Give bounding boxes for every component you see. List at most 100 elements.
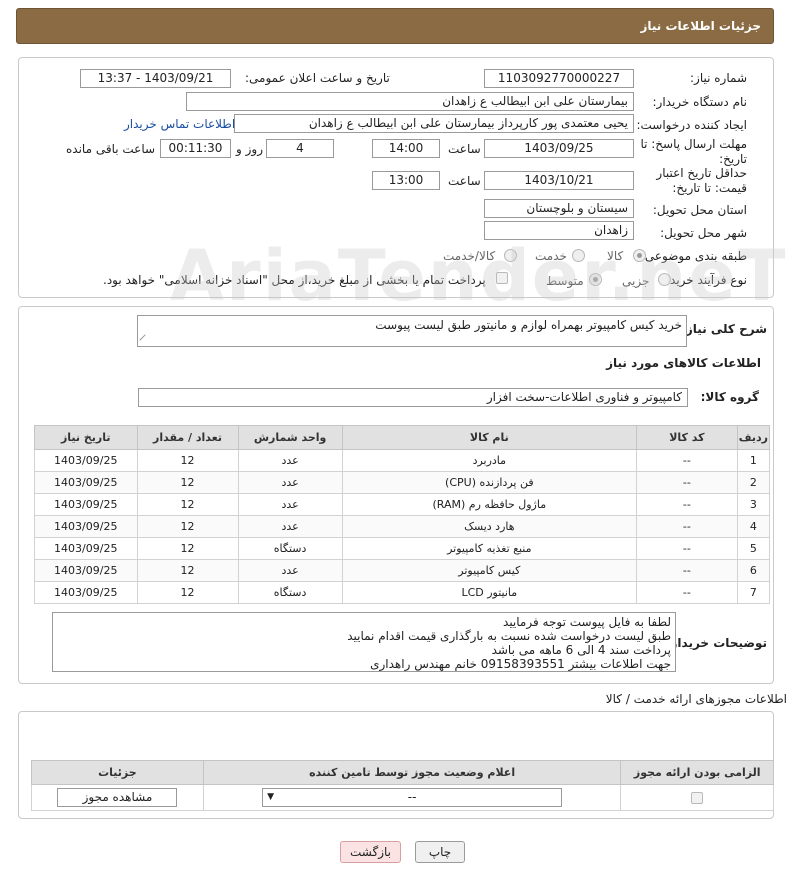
category-radio-goods[interactable] — [633, 249, 646, 262]
table-cell: 1403/09/25 — [34, 515, 138, 538]
category-radio-service[interactable] — [572, 249, 585, 262]
permit-status-value: -- — [407, 790, 417, 804]
table-cell: مادربرد — [341, 449, 637, 472]
table-cell: 3 — [736, 493, 771, 516]
table-cell: 12 — [136, 515, 239, 538]
buyer-note-line: لطفا به فایل پیوست توجه فرمایید — [503, 615, 671, 629]
validity-time-field[interactable]: 13:00 — [372, 171, 440, 190]
col-permit-details: جزئیات — [31, 760, 204, 785]
table-cell: ماژول حافظه رم (RAM) — [341, 493, 637, 516]
table-cell: منبع تغذیه کامپیوتر — [341, 537, 637, 560]
buyer-notes-field[interactable]: لطفا به فایل پیوست توجه فرمایید طبق لیست… — [52, 612, 676, 672]
goods-section-title: اطلاعات کالاهای مورد نیاز — [606, 356, 761, 370]
table-cell: کیس کامپیوتر — [341, 559, 637, 582]
days-field[interactable]: 4 — [266, 139, 334, 158]
table-cell: 6 — [736, 559, 771, 582]
table-row: 4 -- هارد دیسک عدد 12 1403/09/25 — [34, 515, 771, 538]
permit-row: -- ▼ مشاهده مجوز — [31, 784, 774, 811]
table-cell: 12 — [136, 493, 239, 516]
col-item-code: کد کالا — [635, 425, 738, 450]
deadline-time-field[interactable]: 14:00 — [372, 139, 440, 158]
table-cell: 1403/09/25 — [34, 559, 138, 582]
table-cell: 5 — [736, 537, 771, 560]
resize-handle-icon[interactable] — [139, 334, 151, 346]
permit-status-select[interactable]: -- ▼ — [262, 788, 563, 807]
table-cell: 1403/09/25 — [34, 537, 138, 560]
table-cell: 12 — [136, 559, 239, 582]
announce-field[interactable]: 1403/09/21 - 13:37 — [80, 69, 231, 88]
buyer-org-label: نام دستگاه خریدار: — [652, 95, 748, 109]
validity-hour-label: ساعت — [448, 174, 481, 188]
province-label: استان محل تحویل: — [652, 203, 747, 217]
need-number-field[interactable]: 1103092770000227 — [484, 69, 634, 88]
remaining-time-field[interactable]: 00:11:30 — [160, 139, 231, 158]
deadline-label: مهلت ارسال پاسخ: تا تاریخ: — [640, 137, 747, 166]
buyer-note-line: طبق لیست درخواست شده نسبت به بارگذاری قی… — [347, 629, 671, 643]
buyer-org-field[interactable]: بیمارستان علی ابن ابیطالب ع زاهدان — [186, 92, 634, 111]
table-cell: عدد — [237, 471, 343, 494]
table-cell: 12 — [136, 471, 239, 494]
permits-table-header: الزامی بودن ارائه مجوز اعلام وضعیت مجوز … — [31, 760, 774, 785]
goods-table: ردیف کد کالا نام کالا واحد شمارش تعداد /… — [34, 425, 771, 604]
goods-group-label: گروه کالا: — [700, 390, 759, 404]
goods-group-field[interactable]: کامپیوتر و فناوری اطلاعات-سخت افزار — [138, 388, 688, 407]
announce-label: تاریخ و ساعت اعلان عمومی: — [245, 71, 390, 85]
table-cell: -- — [635, 537, 738, 560]
permits-table: الزامی بودن ارائه مجوز اعلام وضعیت مجوز … — [31, 760, 774, 811]
province-field[interactable]: سیستان و بلوچستان — [484, 199, 634, 218]
need-number-label: شماره نیاز: — [690, 71, 747, 85]
process-radio-minor[interactable] — [658, 273, 671, 286]
permits-section-title: اطلاعات مجوزهای ارائه خدمت / کالا — [605, 692, 787, 706]
table-row: 5 -- منبع تغذیه کامپیوتر دستگاه 12 1403/09/25 — [34, 537, 771, 560]
category-option-goods-service: کالا/خدمت — [443, 249, 496, 263]
process-label: نوع فرآیند خرید : — [662, 273, 747, 287]
validity-date-field[interactable]: 1403/10/21 — [484, 171, 634, 190]
process-radio-medium[interactable] — [589, 273, 602, 286]
process-option-minor: جزیی — [622, 274, 650, 288]
col-quantity: تعداد / مقدار — [136, 425, 239, 450]
table-cell: 12 — [136, 581, 239, 604]
table-cell: 12 — [136, 449, 239, 472]
city-label: شهر محل تحویل: — [660, 226, 747, 240]
table-row: 6 -- کیس کامپیوتر عدد 12 1403/09/25 — [34, 559, 771, 582]
table-cell: عدد — [237, 449, 343, 472]
need-description-field[interactable]: خرید کیس کامپیوتر بهمراه لوازم و مانیتور… — [137, 315, 687, 347]
table-cell: 1403/09/25 — [34, 471, 138, 494]
remaining-label: ساعت باقی مانده — [66, 142, 156, 156]
view-permit-button[interactable]: مشاهده مجوز — [57, 788, 178, 807]
table-cell: 2 — [736, 471, 771, 494]
table-cell: -- — [635, 449, 738, 472]
col-unit: واحد شمارش — [237, 425, 343, 450]
buyer-note-line: پرداخت سند 4 الی 6 ماهه می باشد — [491, 643, 671, 657]
category-radio-goods-service[interactable] — [504, 249, 517, 262]
table-cell: هارد دیسک — [341, 515, 637, 538]
table-cell: مانیتور LCD — [341, 581, 637, 604]
days-label: روز و — [236, 142, 263, 156]
table-cell: -- — [635, 581, 738, 604]
chevron-down-icon: ▼ — [267, 792, 275, 802]
table-cell: -- — [635, 515, 738, 538]
col-row-number: ردیف — [736, 425, 771, 450]
table-cell: 1403/09/25 — [34, 493, 138, 516]
page-title: جزئیات اطلاعات نیاز — [640, 19, 761, 33]
table-cell: عدد — [237, 515, 343, 538]
city-field[interactable]: زاهدان — [484, 221, 634, 240]
table-cell: 1403/09/25 — [34, 581, 138, 604]
table-cell: دستگاه — [237, 581, 343, 604]
treasury-note: پرداخت تمام یا بخشی از مبلغ خرید،از محل … — [103, 273, 486, 287]
table-cell: 4 — [736, 515, 771, 538]
print-button[interactable]: چاپ — [415, 841, 465, 863]
col-item-name: نام کالا — [341, 425, 637, 450]
table-cell: عدد — [237, 493, 343, 516]
requester-field[interactable]: یحیی معتمدی پور کارپرداز بیمارستان علی ا… — [234, 114, 634, 133]
need-description-text: خرید کیس کامپیوتر بهمراه لوازم و مانیتور… — [375, 318, 682, 332]
table-cell: دستگاه — [237, 537, 343, 560]
page-header: جزئیات اطلاعات نیاز — [16, 8, 774, 44]
back-button[interactable]: بازگشت — [340, 841, 401, 863]
permit-required-checkbox — [691, 791, 704, 804]
treasury-checkbox[interactable] — [496, 272, 508, 284]
buyer-contact-link[interactable]: اطلاعات تماس خریدار — [124, 117, 235, 131]
table-cell: 1403/09/25 — [34, 449, 138, 472]
table-cell: فن پردازنده (CPU) — [341, 471, 637, 494]
deadline-date-field[interactable]: 1403/09/25 — [484, 139, 634, 158]
